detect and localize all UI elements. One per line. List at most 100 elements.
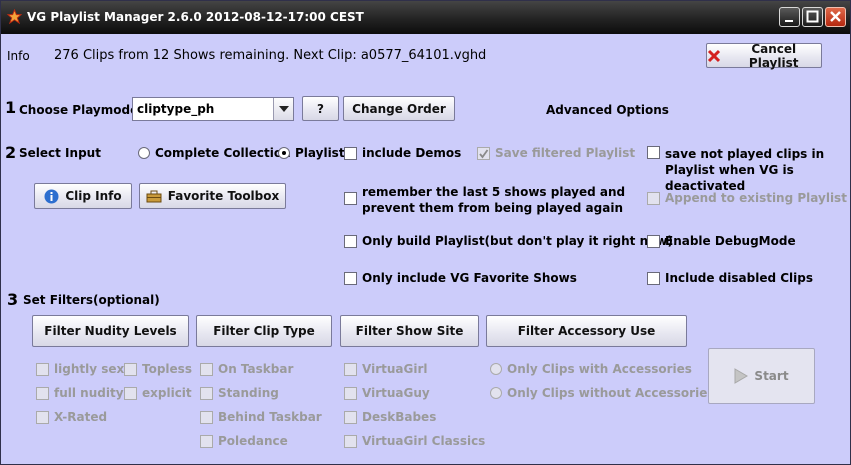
close-button[interactable] xyxy=(825,7,846,27)
include-disabled-checkbox[interactable]: Include disabled Clips xyxy=(647,271,813,285)
checkbox-box[interactable] xyxy=(344,271,357,285)
save-not-played-label: save not played clips in Playlist when V… xyxy=(665,147,825,193)
cliptype-option-label: Poledance xyxy=(218,434,288,448)
showsite-virtuagirl-classics-checkbox: VirtuaGirl Classics xyxy=(344,434,485,448)
maximize-icon xyxy=(806,10,819,23)
checkbox-box[interactable] xyxy=(344,192,357,205)
accessory-with-radio: Only Clips with Accessories xyxy=(490,362,692,376)
nudity-option-label: Topless xyxy=(142,362,192,376)
checkbox-box xyxy=(124,362,137,376)
playmode-label: Choose Playmode xyxy=(19,103,139,117)
radio-complete-collection[interactable]: Complete Collection xyxy=(138,146,291,160)
showsite-option-label: VirtuaGirl Classics xyxy=(362,434,486,448)
cliptype-on-taskbar-checkbox: On Taskbar xyxy=(200,362,293,376)
checkbox-box xyxy=(200,362,213,376)
showsite-virtuaguy-checkbox: VirtuaGuy xyxy=(344,386,430,400)
nudity-explicit-checkbox: explicit xyxy=(124,386,192,400)
minimize-icon xyxy=(785,20,793,22)
checkmark-icon xyxy=(479,148,489,158)
checkbox-box xyxy=(344,434,357,448)
cliptype-poledance-checkbox: Poledance xyxy=(200,434,288,448)
advanced-options-label: Advanced Options xyxy=(546,103,669,117)
info-icon xyxy=(44,189,59,203)
cliptype-option-label: On Taskbar xyxy=(218,362,294,376)
radio-playlist[interactable]: Playlist xyxy=(278,146,345,160)
playmode-select[interactable]: cliptype_ph xyxy=(132,97,294,121)
filter-accessory-button[interactable]: Filter Accessory Use xyxy=(486,315,687,347)
nudity-x-rated-checkbox: X-Rated xyxy=(36,410,107,424)
favorite-toolbox-button[interactable]: Favorite Toolbox xyxy=(139,183,286,209)
playmode-select-value: cliptype_ph xyxy=(137,102,215,116)
nudity-option-label: explicit xyxy=(142,386,192,400)
cliptype-option-label: Standing xyxy=(218,386,279,400)
checkbox-box xyxy=(36,386,49,400)
change-order-button[interactable]: Change Order xyxy=(343,96,455,121)
play-icon xyxy=(734,368,749,384)
cliptype-option-label: Behind Taskbar xyxy=(218,410,322,424)
minimize-button[interactable] xyxy=(779,7,800,27)
chevron-down-icon[interactable] xyxy=(273,98,293,120)
checkbox-box xyxy=(344,362,357,376)
checkbox-box xyxy=(344,386,357,400)
remember-last-5-checkbox[interactable]: remember the last 5 shows played and pre… xyxy=(344,184,637,216)
info-status-text: 276 Clips from 12 Shows remaining. Next … xyxy=(54,48,487,63)
checkbox-box xyxy=(36,362,49,376)
radio-circle-selected[interactable] xyxy=(278,147,290,159)
radio-circle[interactable] xyxy=(138,147,150,159)
title-bar[interactable]: VG Playlist Manager 2.6.0 2012-08-12-17:… xyxy=(1,1,850,34)
cliptype-standing-checkbox: Standing xyxy=(200,386,279,400)
maximize-button[interactable] xyxy=(802,7,823,27)
nudity-lightly-sexy-checkbox: lightly sexy xyxy=(36,362,132,376)
clip-info-label: Clip Info xyxy=(65,189,122,203)
checkbox-box[interactable] xyxy=(344,146,357,160)
filter-showsite-button[interactable]: Filter Show Site xyxy=(340,315,479,347)
nudity-full-nudity-checkbox: full nudity xyxy=(36,386,124,400)
checkbox-box[interactable] xyxy=(647,146,660,159)
checkbox-box[interactable] xyxy=(344,234,357,248)
save-filtered-checkbox: Save filtered Playlist xyxy=(477,146,635,160)
cancel-playlist-button[interactable]: Cancel Playlist xyxy=(706,41,822,70)
checkbox-box xyxy=(124,386,137,400)
radio-complete-collection-label: Complete Collection xyxy=(155,146,291,160)
checkbox-box[interactable] xyxy=(647,234,660,248)
checkbox-box xyxy=(200,386,213,400)
remember-last-5-label: remember the last 5 shows played and pre… xyxy=(362,185,626,215)
checkbox-box xyxy=(200,434,213,448)
include-disabled-label: Include disabled Clips xyxy=(665,271,814,285)
nudity-topless-checkbox: Topless xyxy=(124,362,192,376)
checkbox-box xyxy=(344,410,357,424)
include-demos-checkbox[interactable]: include Demos xyxy=(344,146,461,160)
radio-circle xyxy=(490,387,502,399)
save-not-played-checkbox[interactable]: save not played clips in Playlist when V… xyxy=(647,146,850,194)
showsite-option-label: DeskBabes xyxy=(362,410,437,424)
checkbox-box xyxy=(200,410,213,424)
radio-playlist-label: Playlist xyxy=(295,146,345,160)
showsite-option-label: VirtuaGuy xyxy=(362,386,430,400)
nudity-option-label: full nudity xyxy=(54,386,124,400)
include-demos-label: include Demos xyxy=(362,146,462,160)
filter-nudity-button[interactable]: Filter Nudity Levels xyxy=(32,315,189,347)
filter-cliptype-button[interactable]: Filter Clip Type xyxy=(196,315,332,347)
only-favorites-checkbox[interactable]: Only include VG Favorite Shows xyxy=(344,271,577,285)
section-3-number: 3 xyxy=(7,290,19,309)
start-button[interactable]: Start xyxy=(708,348,815,404)
section-2-number: 2 xyxy=(5,143,17,162)
nudity-option-label: lightly sexy xyxy=(54,362,133,376)
only-build-label: Only build Playlist(but don't play it ri… xyxy=(362,234,673,248)
enable-debug-label: Enable DebugMode xyxy=(665,234,796,248)
cancel-playlist-label: Cancel Playlist xyxy=(748,41,799,70)
accessory-option-label: Only Clips without Accessories xyxy=(507,386,715,400)
checkbox-box[interactable] xyxy=(647,271,660,285)
set-filters-label: Set Filters(optional) xyxy=(23,293,160,307)
save-filtered-label: Save filtered Playlist xyxy=(495,146,636,160)
clip-info-button[interactable]: Clip Info xyxy=(34,183,132,209)
enable-debug-checkbox[interactable]: Enable DebugMode xyxy=(647,234,796,248)
help-button[interactable]: ? xyxy=(302,96,339,121)
start-label: Start xyxy=(754,369,789,383)
checkbox-box xyxy=(36,410,49,424)
favorite-toolbox-label: Favorite Toolbox xyxy=(167,189,280,203)
showsite-option-label: VirtuaGirl xyxy=(362,362,428,376)
only-build-checkbox[interactable]: Only build Playlist(but don't play it ri… xyxy=(344,234,673,248)
radio-circle xyxy=(490,363,502,375)
only-favorites-label: Only include VG Favorite Shows xyxy=(362,271,577,285)
